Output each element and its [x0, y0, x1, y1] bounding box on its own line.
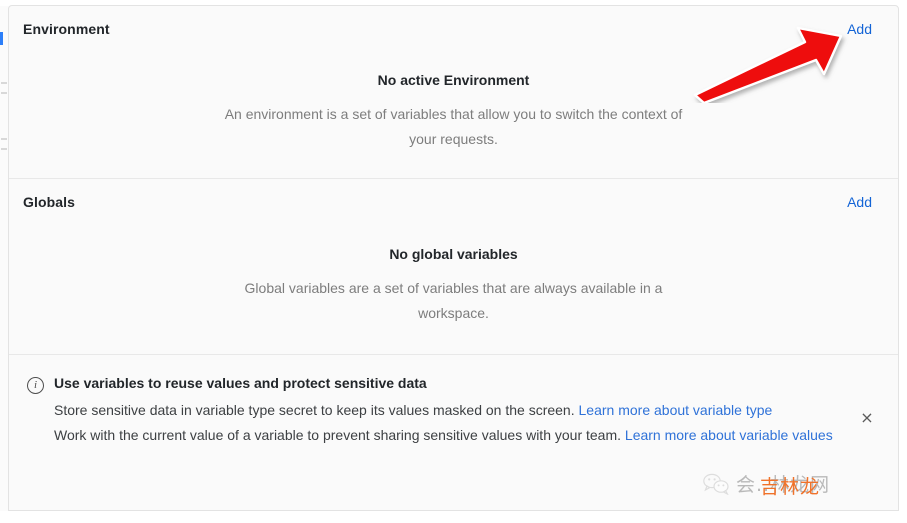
globals-add-button[interactable]: Add — [847, 194, 872, 210]
environment-empty-description: An environment is a set of variables tha… — [224, 106, 683, 147]
variables-panel: Environment Add No active Environment An… — [8, 5, 899, 511]
environment-empty-state: No active Environment An environment is … — [9, 52, 898, 178]
background-panel-tick — [1, 138, 7, 140]
globals-section-header: Globals Add — [9, 179, 898, 225]
close-icon[interactable]: × — [858, 409, 876, 427]
app-screen: Environment Add No active Environment An… — [0, 0, 907, 523]
background-panel-accent — [0, 32, 3, 45]
variables-info-callout: i Use variables to reuse values and prot… — [9, 355, 898, 465]
callout-paragraph-two: Work with the current value of a variabl… — [54, 423, 838, 447]
environment-section-title: Environment — [23, 21, 110, 37]
callout-paragraph-one: Store sensitive data in variable type se… — [54, 398, 838, 422]
environment-add-button[interactable]: Add — [847, 21, 872, 37]
globals-empty-description: Global variables are a set of variables … — [244, 280, 663, 321]
callout-paragraph-one-text: Store sensitive data in variable type se… — [54, 402, 579, 418]
info-circle-icon: i — [27, 377, 44, 394]
globals-empty-state: No global variables Global variables are… — [9, 225, 898, 354]
background-panel-tick — [1, 92, 7, 94]
background-panel-tick — [1, 148, 7, 150]
background-panel-tick — [1, 82, 7, 84]
globals-empty-title: No global variables — [389, 246, 518, 262]
learn-more-variable-values-link[interactable]: Learn more about variable values — [625, 427, 833, 443]
callout-title: Use variables to reuse values and protec… — [54, 375, 427, 391]
learn-more-variable-type-link[interactable]: Learn more about variable type — [579, 402, 773, 418]
callout-paragraph-two-text: Work with the current value of a variabl… — [54, 427, 625, 443]
environment-section-header: Environment Add — [9, 6, 898, 52]
globals-section-title: Globals — [23, 194, 76, 210]
environment-empty-title: No active Environment — [377, 72, 530, 88]
